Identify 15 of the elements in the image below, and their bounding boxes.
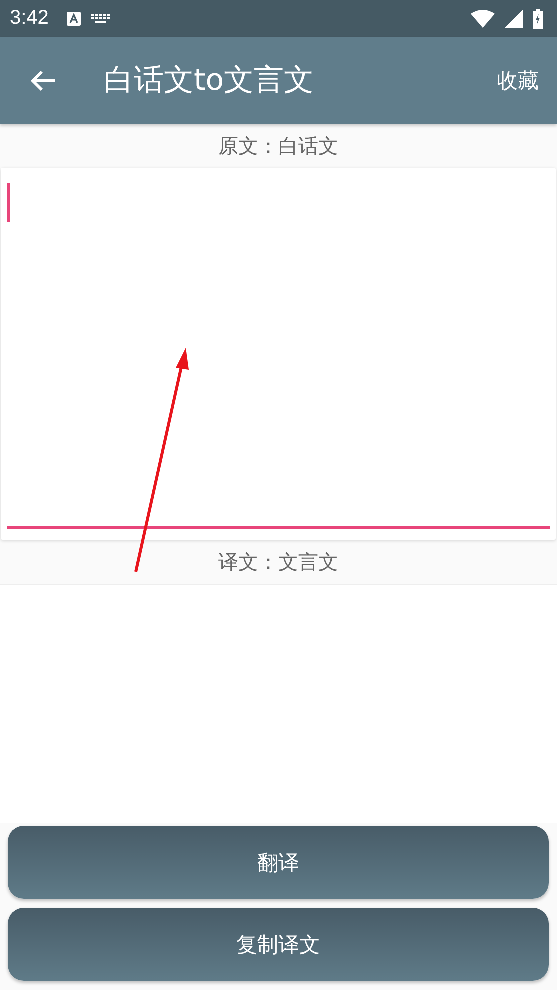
section-label: 原文：白话文 bbox=[218, 132, 340, 160]
back-arrow-icon bbox=[30, 70, 56, 92]
text-a-icon bbox=[66, 12, 81, 26]
section-label: 译文：文言文 bbox=[218, 548, 340, 576]
source-input-field[interactable] bbox=[1, 168, 556, 540]
text-cursor bbox=[7, 183, 10, 222]
keyboard-icon bbox=[90, 14, 111, 24]
screen-title: 白话文to文言文 bbox=[104, 62, 316, 100]
favorite-button[interactable]: 收藏 bbox=[493, 62, 543, 98]
signal-icon bbox=[505, 10, 523, 28]
action-button[interactable]: 复制译文 bbox=[8, 908, 549, 981]
battery-icon bbox=[533, 8, 543, 28]
clock: 3:42 bbox=[10, 7, 49, 30]
action-button[interactable]: 翻译 bbox=[8, 826, 549, 899]
wifi-icon bbox=[471, 10, 495, 28]
